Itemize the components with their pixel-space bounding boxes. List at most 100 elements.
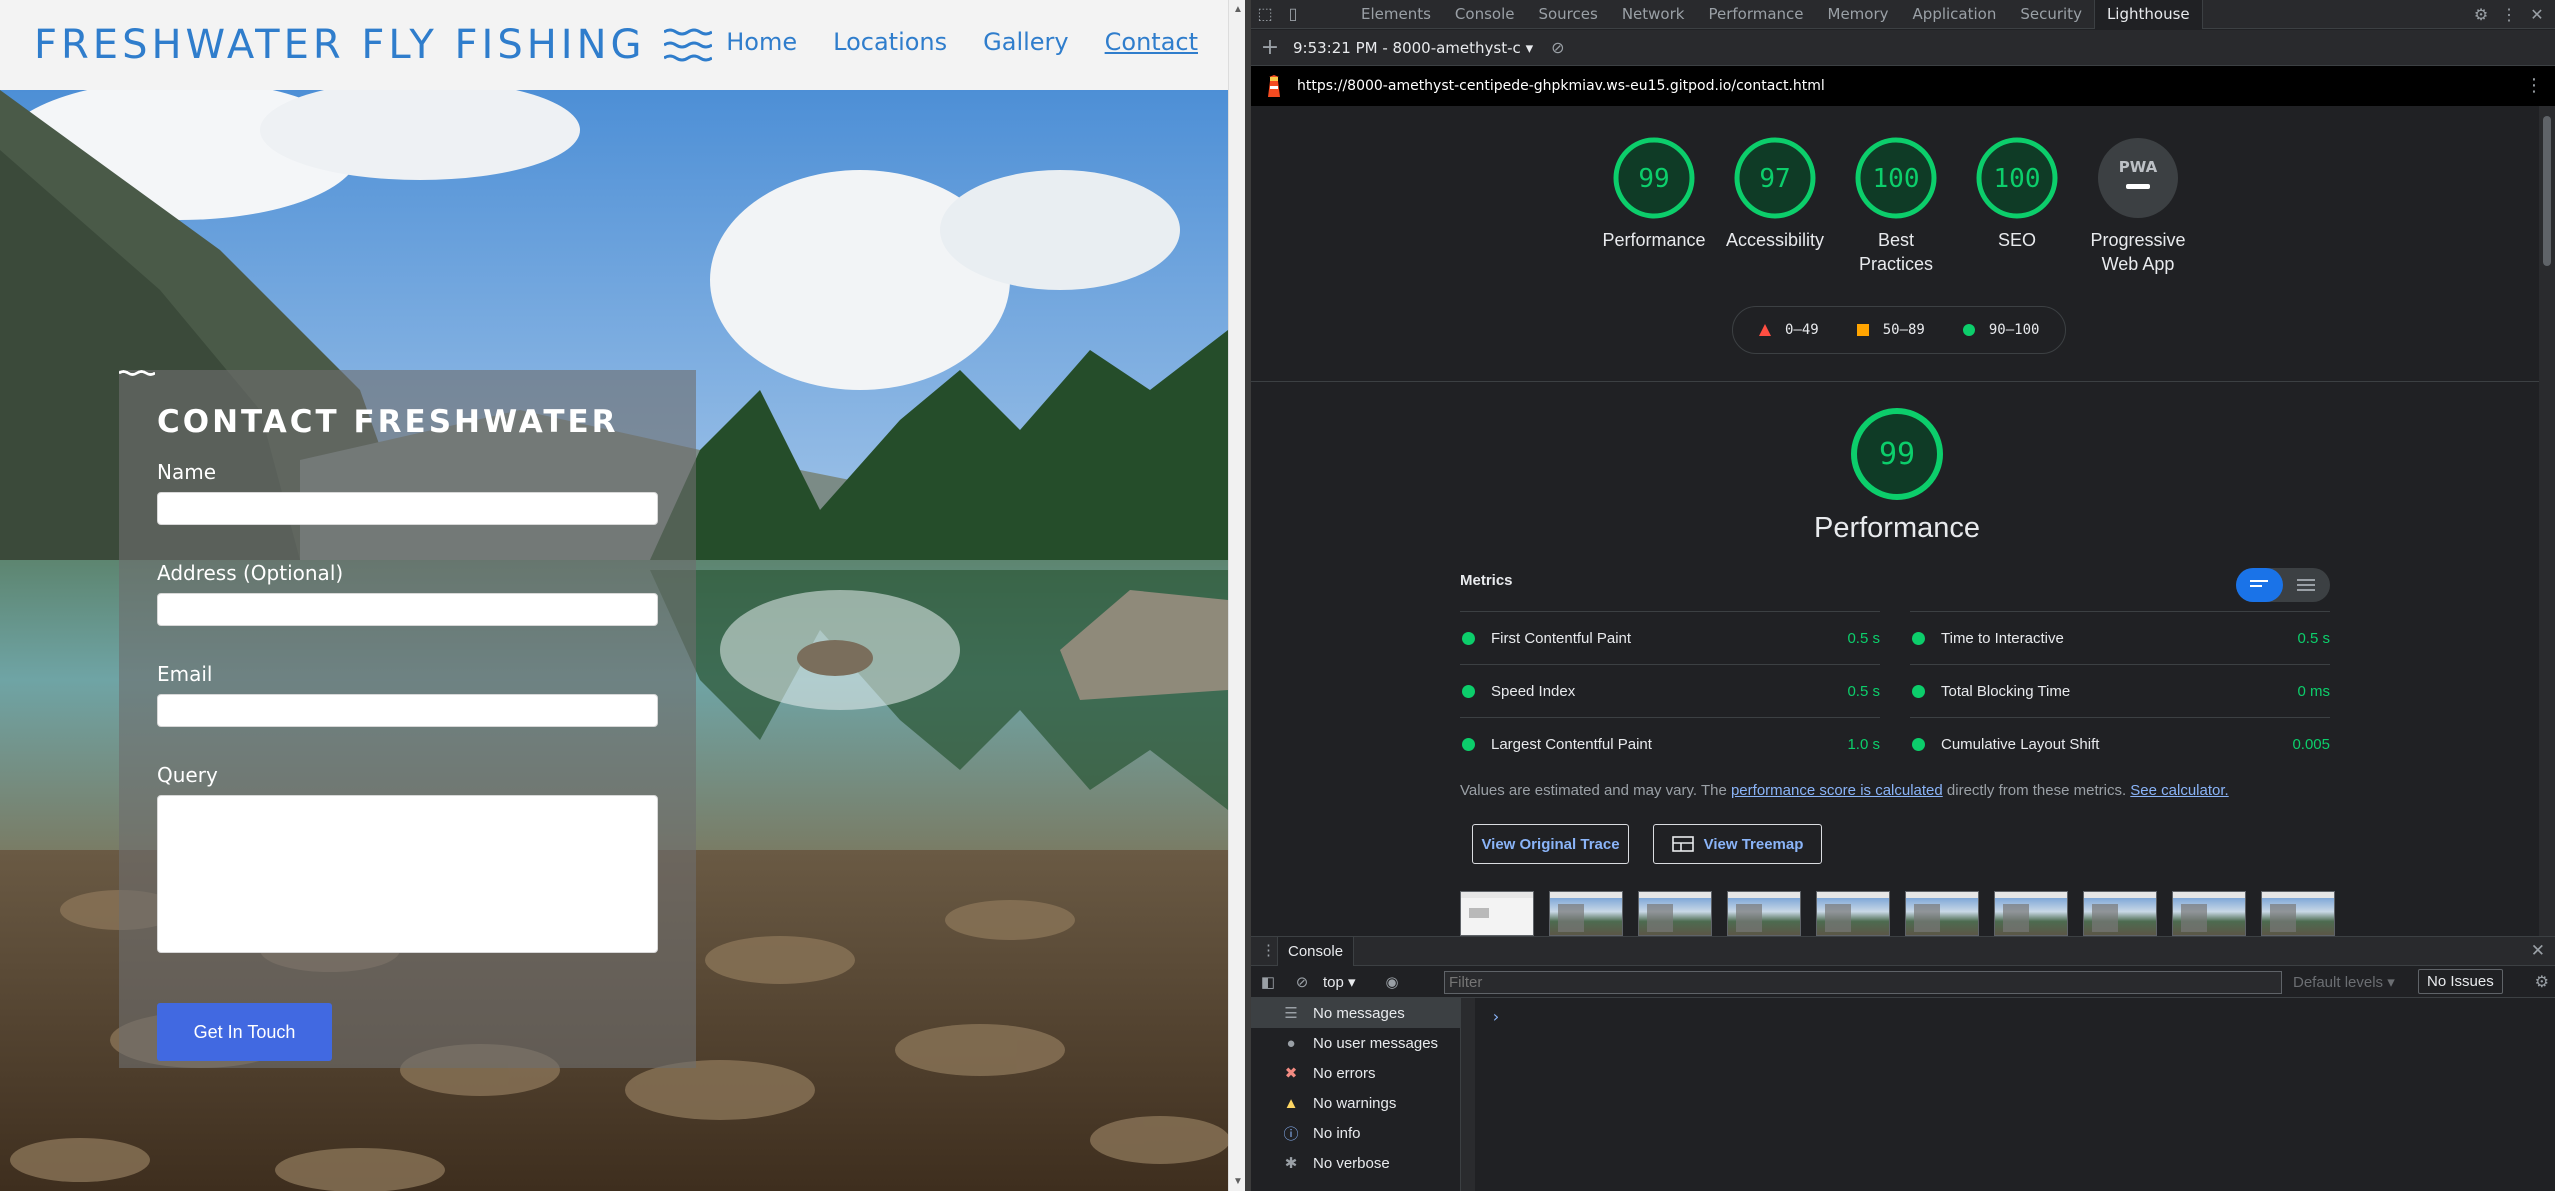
devtools-tabs: Elements Console Sources Network Perform…: [1349, 0, 2203, 29]
tab-console[interactable]: Console: [1443, 0, 1527, 29]
gauge-score: 100: [1873, 164, 1920, 194]
drawer-menu-icon[interactable]: ⋮: [1261, 941, 1276, 959]
nav-locations-link[interactable]: Locations: [833, 28, 947, 56]
site-brand[interactable]: FRESHWATER FLY FISHING: [34, 22, 712, 68]
sidebar-item-user-messages[interactable]: ● No user messages: [1251, 1028, 1460, 1058]
metric-value: 0 ms: [2297, 682, 2330, 700]
sidebar-item-messages[interactable]: ☰ No messages: [1251, 998, 1460, 1028]
report-url[interactable]: https://8000-amethyst-centipede-ghpkmiav…: [1297, 78, 1825, 94]
pass-dot-icon: [1912, 737, 1925, 751]
view-original-trace-button[interactable]: View Original Trace: [1472, 824, 1629, 864]
performance-score-gauge: 99: [1847, 406, 1947, 502]
waves-icon: [663, 28, 712, 62]
gauge-label: Performance: [1602, 230, 1706, 250]
query-textarea[interactable]: [157, 795, 658, 953]
devtools-tabbar: ⬚ ▯ Elements Console Sources Network Per…: [1251, 0, 2555, 29]
note-text: Values are estimated and may vary. The: [1460, 782, 1731, 799]
console-toolbar: ◧ ⊘ top ▾ ◉ Default levels ▾ No Issues ⚙: [1251, 966, 2555, 998]
device-toolbar-icon[interactable]: ▯: [1279, 4, 1307, 24]
sidebar-item-errors[interactable]: ✖ No errors: [1251, 1058, 1460, 1088]
score-calculated-link[interactable]: performance score is calculated: [1731, 782, 1943, 799]
tab-application[interactable]: Application: [1901, 0, 2009, 29]
report-scrollbar[interactable]: [2539, 106, 2555, 936]
tab-sources[interactable]: Sources: [1526, 0, 1609, 29]
tab-network[interactable]: Network: [1610, 0, 1697, 29]
sidebar-toggle-icon[interactable]: ◧: [1251, 973, 1285, 991]
clear-reports-icon[interactable]: ⊘: [1551, 38, 1564, 57]
metric-value: 0.005: [2292, 735, 2330, 753]
website-viewport: FRESHWATER FLY FISHING Home Locations Ga…: [0, 0, 1228, 1191]
console-prompt-chevron-icon[interactable]: ›: [1491, 1007, 1501, 1026]
console-settings-icon[interactable]: ⚙: [2535, 972, 2549, 992]
nav-contact-link[interactable]: Contact: [1105, 28, 1198, 56]
see-calculator-link[interactable]: See calculator.: [2130, 782, 2228, 799]
console-sidebar-scrollbar[interactable]: [1461, 998, 1475, 1191]
console-filter-input[interactable]: [1444, 971, 2282, 994]
context-selector[interactable]: top ▾: [1323, 973, 1375, 991]
new-report-plus-icon[interactable]: +: [1251, 35, 1289, 60]
settings-gear-icon[interactable]: ⚙: [2467, 5, 2495, 25]
compact-view-button[interactable]: [2236, 568, 2283, 602]
gauge-accessibility[interactable]: 97 Accessibility: [1720, 136, 1830, 276]
legend-average: 50–89: [1856, 322, 1925, 338]
metrics-grid: First Contentful Paint 0.5 s Time to Int…: [1460, 611, 2330, 770]
metric-name: Total Blocking Time: [1941, 682, 2071, 700]
nav-home-link[interactable]: Home: [726, 28, 797, 56]
performance-title: Performance: [1813, 512, 1980, 544]
drawer-tab-console[interactable]: Console: [1277, 936, 1355, 966]
metric-cumulative-layout-shift: Cumulative Layout Shift 0.005: [1910, 717, 2330, 770]
inspect-element-icon[interactable]: ⬚: [1251, 4, 1279, 24]
gauge-seo[interactable]: 100 SEO: [1962, 136, 2072, 276]
score-ring: 100: [1976, 137, 2058, 219]
chevron-down-icon: ▾: [1525, 38, 1534, 57]
filmstrip-frame: [2083, 891, 2157, 936]
gauge-performance[interactable]: 99 Performance: [1599, 136, 1709, 276]
scroll-up-icon[interactable]: ▲: [1233, 4, 1243, 15]
page-scrollbar[interactable]: ▲ ▼: [1228, 0, 1245, 1191]
close-drawer-icon[interactable]: ✕: [2531, 941, 2545, 961]
console-sidebar: ☰ No messages ● No user messages ✖ No er…: [1251, 998, 1461, 1191]
tab-lighthouse[interactable]: Lighthouse: [2093, 0, 2203, 29]
scrollbar-thumb[interactable]: [2543, 116, 2551, 266]
site-nav: Home Locations Gallery Contact: [726, 28, 1198, 56]
console-drawer: ⋮ Console ✕ ◧ ⊘ top ▾ ◉ Default levels ▾…: [1251, 936, 2555, 1191]
live-expression-eye-icon[interactable]: ◉: [1375, 973, 1409, 991]
name-field[interactable]: [157, 492, 658, 525]
log-levels-dropdown[interactable]: Default levels ▾: [2293, 973, 2395, 991]
expanded-view-button[interactable]: [2283, 568, 2330, 602]
address-field[interactable]: [157, 593, 658, 626]
score-ring: 99: [1851, 408, 1943, 500]
get-in-touch-button[interactable]: Get In Touch: [157, 1003, 332, 1061]
contact-heading-text: CONTACT FRESHWATER: [157, 404, 619, 440]
more-options-icon[interactable]: ⋮: [2495, 5, 2523, 25]
list-icon: ☰: [1284, 1005, 1298, 1022]
sidebar-item-verbose[interactable]: ✱ No verbose: [1251, 1148, 1460, 1178]
report-selector[interactable]: 9:53:21 PM - 8000-amethyst-c ▾: [1293, 39, 1533, 57]
view-treemap-button[interactable]: View Treemap: [1653, 824, 1822, 864]
sidebar-item-warnings[interactable]: ▲ No warnings: [1251, 1088, 1460, 1118]
report-menu-icon[interactable]: ⋮: [2525, 75, 2543, 96]
filmstrip-frame: [1460, 891, 1534, 936]
clear-console-icon[interactable]: ⊘: [1285, 973, 1319, 991]
sidebar-item-label: No user messages: [1313, 1034, 1439, 1052]
gauge-pwa[interactable]: PWA Progressive Web App: [2083, 136, 2193, 276]
close-devtools-icon[interactable]: ✕: [2523, 5, 2551, 25]
tab-performance[interactable]: Performance: [1696, 0, 1815, 29]
pwa-badge-text: PWA: [2119, 158, 2158, 176]
metric-time-to-interactive: Time to Interactive 0.5 s: [1910, 611, 2330, 664]
nav-gallery-link[interactable]: Gallery: [983, 28, 1068, 56]
scroll-down-icon[interactable]: ▼: [1233, 1176, 1243, 1187]
gauge-best-practices[interactable]: 100 Best Practices: [1841, 136, 1951, 276]
section-divider: [1251, 381, 2539, 382]
sidebar-item-info[interactable]: ⓘ No info: [1251, 1118, 1460, 1148]
metric-name: Largest Contentful Paint: [1491, 735, 1652, 753]
gauge-label: Best Practices: [1858, 230, 1934, 274]
gauge-score: 97: [1759, 164, 1790, 194]
tab-security[interactable]: Security: [2008, 0, 2094, 29]
tab-elements[interactable]: Elements: [1349, 0, 1443, 29]
tab-memory[interactable]: Memory: [1816, 0, 1901, 29]
issues-button[interactable]: No Issues: [2418, 969, 2503, 994]
metric-value: 0.5 s: [2297, 629, 2330, 647]
email-field[interactable]: [157, 694, 658, 727]
pass-dot-icon: [1462, 684, 1475, 698]
